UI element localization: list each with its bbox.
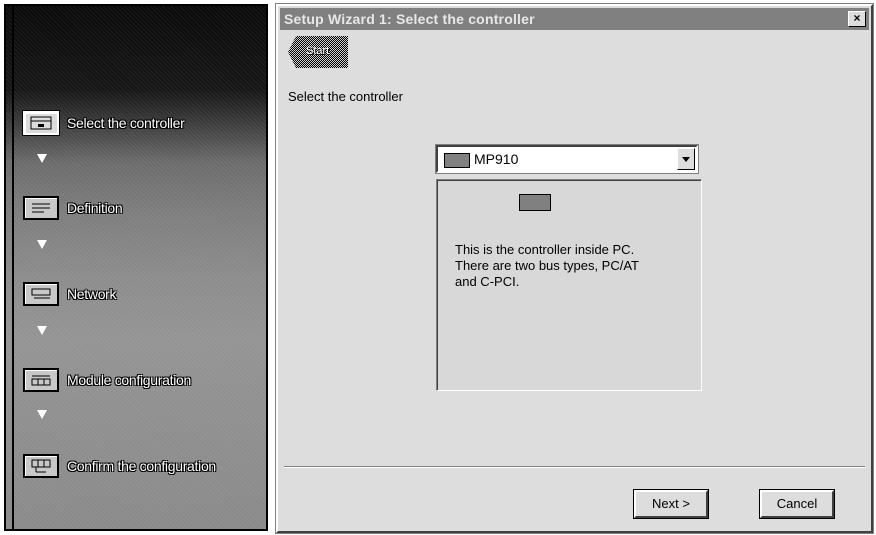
step-label: Definition: [67, 200, 123, 216]
step-arrow-icon: [37, 240, 47, 249]
definition-icon: [23, 196, 59, 220]
close-button[interactable]: ×: [848, 11, 866, 27]
step-network: Network: [23, 282, 117, 306]
step-arrow-icon: [37, 410, 47, 419]
step-label: Network: [67, 286, 117, 302]
controller-swatch-icon: [444, 153, 470, 168]
controller-chip-icon: [519, 194, 551, 211]
panel-border-line: [12, 6, 14, 529]
start-button[interactable]: Start: [288, 36, 348, 68]
controller-select-value: MP910: [474, 151, 519, 167]
controller-icon: [22, 110, 60, 136]
page-heading: Select the controller: [288, 89, 403, 104]
start-button-label: Start: [306, 45, 330, 57]
title-bar[interactable]: Setup Wizard 1: Select the controller ×: [280, 8, 869, 30]
step-module-configuration: Module configuration: [23, 368, 191, 392]
step-definition: Definition: [23, 196, 123, 220]
next-button[interactable]: Next >: [633, 489, 709, 519]
wizard-steps-panel: Select the controller Definition Network…: [4, 4, 268, 531]
step-label: Select the controller: [67, 115, 185, 131]
setup-wizard-dialog: Setup Wizard 1: Select the controller × …: [275, 3, 874, 534]
controller-info-box: This is the controller inside PC. There …: [436, 179, 702, 391]
divider: [284, 466, 865, 468]
network-icon: [23, 282, 59, 306]
step-select-controller: Select the controller: [22, 110, 185, 136]
step-label: Confirm the configuration: [67, 458, 216, 474]
dropdown-arrow-button[interactable]: [677, 148, 695, 170]
step-label: Module configuration: [67, 372, 191, 388]
cancel-button[interactable]: Cancel: [759, 489, 835, 519]
module-icon: [23, 368, 59, 392]
controller-description: This is the controller inside PC. There …: [455, 242, 639, 289]
step-arrow-icon: [37, 326, 47, 335]
step-confirm-configuration: Confirm the configuration: [23, 454, 216, 478]
step-arrow-icon: [37, 154, 47, 163]
confirm-icon: [23, 454, 59, 478]
window-title: Setup Wizard 1: Select the controller: [284, 11, 535, 27]
controller-select[interactable]: MP910: [435, 144, 699, 174]
